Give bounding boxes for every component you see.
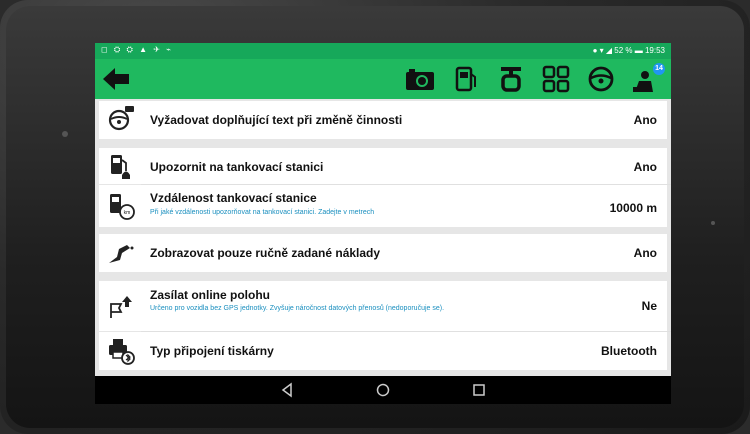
nav-recents-icon[interactable] xyxy=(470,381,488,399)
setting-value: Bluetooth xyxy=(601,344,657,358)
notification-badge: 14 xyxy=(653,63,665,75)
setting-title: Zobrazovat pouze ručně zadané náklady xyxy=(150,246,381,260)
vehicle-front-icon[interactable] xyxy=(497,65,525,93)
back-arrow-icon[interactable] xyxy=(101,65,131,93)
setting-title: Vzdálenost tankovací stanice xyxy=(150,191,317,205)
setting-value: Ano xyxy=(633,246,657,260)
signal-icon: ◢ xyxy=(605,46,613,55)
setting-notify-station[interactable]: Upozornit na tankovací stanici Ano xyxy=(99,148,667,184)
setting-value: Ne xyxy=(641,299,657,313)
setting-subtitle: Určeno pro vozidla bez GPS jednotky. Zvy… xyxy=(150,305,445,312)
front-camera xyxy=(62,131,68,137)
flag-upload-icon xyxy=(110,296,132,318)
status-clock-battery: ● ▾ ◢ 52 % ▬ 19:53 xyxy=(593,46,665,55)
fuel-station-bell-icon xyxy=(111,155,130,179)
setting-value: Ano xyxy=(633,160,657,174)
fuel-nozzle-icon xyxy=(109,245,134,263)
setting-station-distance[interactable]: km Vzdálenost tankovací stanice Při jaké… xyxy=(99,185,667,227)
setting-printer-connection[interactable]: Typ připojení tiskárny Bluetooth xyxy=(99,332,667,370)
app-toolbar: 14 xyxy=(95,59,671,99)
setting-title: Vyžadovat doplňující text při změně činn… xyxy=(150,113,403,127)
setting-value: Ano xyxy=(633,113,657,127)
driver-notification-button[interactable]: 14 xyxy=(631,63,665,93)
nav-home-icon[interactable] xyxy=(374,381,392,399)
fuel-pump-icon[interactable] xyxy=(453,65,479,93)
svg-text:km: km xyxy=(124,210,131,216)
setting-activity-text[interactable]: Vyžadovat doplňující text při změně činn… xyxy=(99,101,667,139)
setting-title: Zasílat online polohu xyxy=(150,288,270,302)
setting-subtitle: Při jaké vzdálenosti upozorňovat na tank… xyxy=(150,209,375,216)
camera-icon[interactable] xyxy=(404,65,436,93)
wifi-icon: ▾ xyxy=(599,46,604,55)
setting-title: Typ připojení tiskárny xyxy=(150,344,274,358)
nav-back-icon[interactable] xyxy=(278,381,296,399)
battery-time-text: 52 % ▬ 19:53 xyxy=(614,46,665,55)
cargo-icon[interactable] xyxy=(541,65,571,93)
status-bar: ◻ ⛭ ⛭ ▲ ✈ ⌁ ● ▾ ◢ 52 % ▬ 19:53 xyxy=(95,43,671,59)
app-screen: ◻ ⛭ ⛭ ▲ ✈ ⌁ ● ▾ ◢ 52 % ▬ 19:53 14 Vyžado… xyxy=(95,43,671,404)
sensor-dot xyxy=(711,221,715,225)
fuel-station-distance-icon: km xyxy=(110,194,135,220)
setting-value: 10000 m xyxy=(609,201,657,215)
setting-title: Upozornit na tankovací stanici xyxy=(150,160,324,174)
android-nav-bar xyxy=(95,376,671,404)
printer-bluetooth-icon xyxy=(109,339,135,365)
steering-wheel-comment-icon xyxy=(108,106,134,131)
status-notification-icons: ◻ ⛭ ⛭ ▲ ✈ ⌁ xyxy=(101,45,173,54)
steering-wheel-icon[interactable] xyxy=(586,65,616,93)
setting-manual-costs[interactable]: Zobrazovat pouze ručně zadané náklady An… xyxy=(99,234,667,272)
location-icon: ● xyxy=(592,46,598,55)
setting-online-position[interactable]: Zasílat online polohu Určeno pro vozidla… xyxy=(99,281,667,331)
